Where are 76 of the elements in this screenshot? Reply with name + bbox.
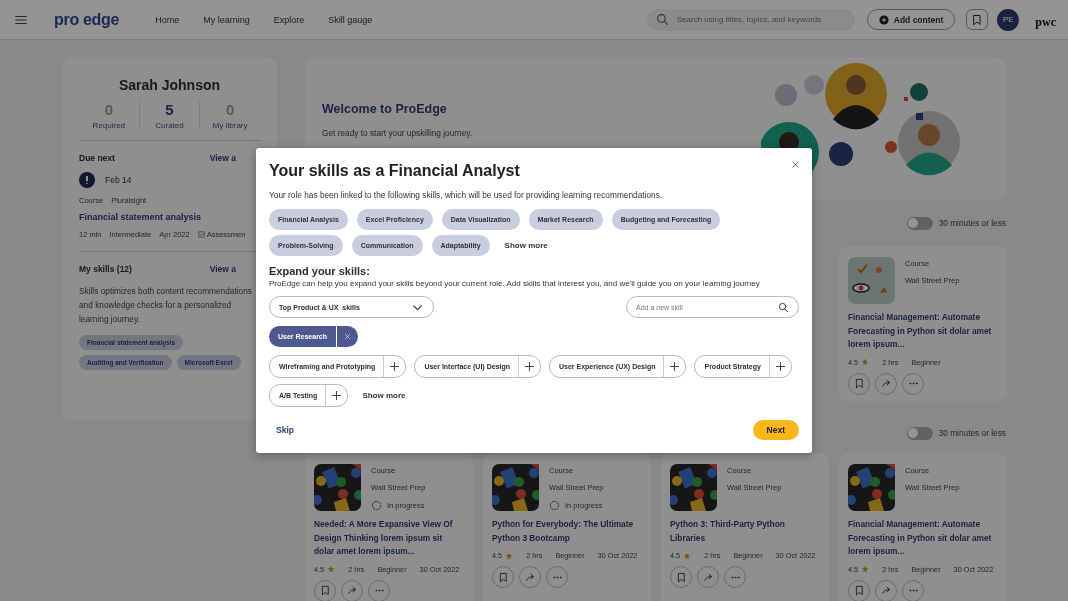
user-name: Sarah Johnson [117,77,222,93]
course-title[interactable]: Financial statement analysis [79,212,260,222]
search-icon [778,301,789,313]
plus-icon [524,361,535,372]
progress-icon [371,500,382,511]
course-title[interactable]: Needed: A More Expansive View Of Design Thinking lorem ipsum sit dolar amet lorem ipsum... [314,518,464,559]
thumbnail-drawing [670,464,717,511]
show-more-link[interactable]: Show more [362,391,406,400]
plus-icon [669,361,681,372]
welcome-text: Get ready to start your upskilling journey. [322,128,473,138]
bookmark-icon [675,571,687,583]
stat-label[interactable]: Curated [155,121,184,130]
nav-link[interactable]: Skill gauge [328,14,373,25]
share-icon [880,585,892,596]
section-title: Due next [79,153,115,163]
course-title[interactable]: Python for Everybody: The Ultimate Python 3 Bootcamp [492,518,642,545]
share-icon [346,585,358,596]
dialog-title: Your skills as a Financial Analyst [269,162,520,180]
nav-link[interactable]: My learning [203,14,250,25]
search-icon [655,13,669,26]
due-date: Feb 14 [105,175,132,185]
thumbnail-drawing [492,464,539,511]
alert-icon [79,172,95,188]
bookmarks-button[interactable] [966,9,989,30]
close-icon [791,160,800,169]
show-more-link[interactable]: Show more [504,241,548,250]
skip-button[interactable]: Skip [276,425,294,435]
star-icon [327,565,336,573]
welcome-title: Welcome to ProEdge [322,102,448,116]
dialog-intro: Your role has been linked to the following skills, which will be used for providing learning recommendations. [269,190,664,200]
view-all-link[interactable]: View a [209,264,236,274]
nav-link[interactable]: Explore [273,14,305,25]
checkbox-icon [197,231,205,238]
bookmark-icon [319,585,331,596]
toggle-switch[interactable] [906,216,933,230]
toggle-label: 30 minutes or less [938,428,1006,438]
section-heading: Expand your skills: [269,265,371,277]
star-icon [505,551,514,560]
close-icon [344,333,352,340]
thumbnail-drawing [848,464,895,511]
toggle-label: 30 minutes or less [938,218,1006,228]
star-icon [861,565,870,573]
stat-value: 5 [165,101,174,118]
view-all-link[interactable]: View a [209,153,236,163]
share-icon [880,378,892,389]
next-button[interactable]: Next [752,420,799,440]
thumbnail-drawing [848,257,895,304]
stat-label[interactable]: Required [92,121,126,130]
plus-icon [774,361,786,372]
bookmark-icon [971,13,984,26]
nav-link[interactable]: Home [155,14,180,25]
plus-circle-icon [878,14,889,25]
star-icon [683,551,692,560]
plus-icon [331,390,343,401]
brand-logo: pwc [1035,14,1056,30]
thumbnail-drawing [314,464,361,511]
avatar[interactable]: PE [997,8,1020,31]
section-title: My skills (12) [79,264,132,274]
bookmark-icon [853,585,865,596]
close-button[interactable] [791,160,800,169]
stat-label[interactable]: My library [212,121,248,130]
bookmark-icon [497,571,509,583]
course-title[interactable]: Python 3: Third-Party Python Libraries [670,518,820,545]
course-title[interactable]: Financial Management: Automate Forecasting in Python sit dolar amet lorem ipsum... [848,518,998,559]
search-field[interactable]: Search using titles, topics, and keywords [646,8,855,31]
share-icon [524,571,536,583]
course-title[interactable]: Financial Management: Automate Forecasting in Python sit dolar amet lorem ipsum... [848,311,998,352]
toggle-switch[interactable] [906,426,933,440]
skills-description: Skills optimizes both content recommendations and knowledge checks for a personalized learning journey. [79,285,253,326]
bookmark-icon [853,378,865,389]
share-icon [702,571,714,583]
logo[interactable]: pro edge [54,10,120,29]
section-text: ProEdge can help you expand your skills beyond your current role. Add skills that interest you, and we'll guide you on your learning journey [269,279,761,288]
progress-icon [549,500,560,511]
star-icon [861,358,870,366]
plus-icon [389,361,401,372]
